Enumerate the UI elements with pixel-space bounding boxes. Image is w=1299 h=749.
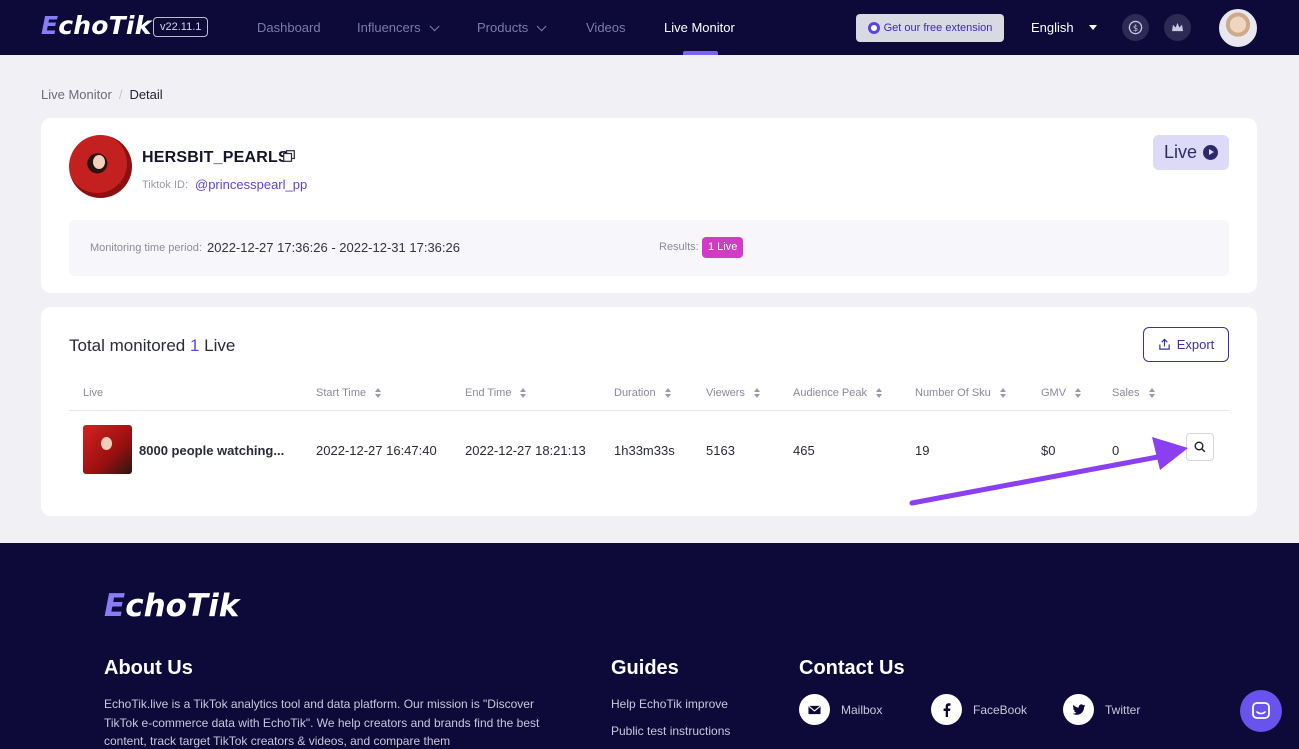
crown-icon[interactable] xyxy=(1164,14,1191,41)
breadcrumb: Live Monitor / Detail xyxy=(41,87,163,102)
breadcrumb-detail: Detail xyxy=(129,87,163,102)
cell-gmv: $0 xyxy=(1041,443,1056,458)
nav-dashboard[interactable]: Dashboard xyxy=(257,20,321,35)
view-detail-button[interactable] xyxy=(1186,433,1214,461)
sort-icon[interactable] xyxy=(1148,388,1155,398)
version-badge: v22.11.1 xyxy=(153,17,209,37)
search-icon xyxy=(1194,441,1206,453)
cell-sales: 0 xyxy=(1112,443,1120,458)
facebook-icon xyxy=(931,694,962,725)
breadcrumb-live-monitor[interactable]: Live Monitor xyxy=(41,87,112,102)
user-avatar[interactable] xyxy=(1219,9,1257,47)
twitter-icon xyxy=(1063,694,1094,725)
contact-title: Contact Us xyxy=(799,657,905,679)
get-extension-button[interactable]: Get our free extension xyxy=(856,14,1004,42)
sort-icon[interactable] xyxy=(375,388,382,398)
contact-facebook[interactable]: FaceBook xyxy=(931,694,1027,725)
cell-end-time: 2022-12-27 18:21:13 xyxy=(465,443,586,458)
guide-link-public-test[interactable]: Public test instructions xyxy=(611,724,730,738)
col-gmv[interactable]: GMV xyxy=(1041,387,1082,399)
about-title: About Us xyxy=(104,657,193,679)
chat-icon xyxy=(1252,702,1270,719)
sort-icon[interactable] xyxy=(753,388,760,398)
nav-videos[interactable]: Videos xyxy=(586,20,626,35)
cell-viewers: 5163 xyxy=(706,443,735,458)
contact-mailbox[interactable]: Mailbox xyxy=(799,694,882,725)
cell-start-time: 2022-12-27 16:47:40 xyxy=(316,443,437,458)
chrome-icon xyxy=(867,22,880,34)
echotik-logo[interactable]: EchoTik xyxy=(41,11,152,40)
monitoring-period-box: Monitoring time period: 2022-12-27 17:36… xyxy=(69,220,1229,276)
results-label: Results: xyxy=(659,241,699,253)
nav-influencers[interactable]: Influencers xyxy=(357,20,440,35)
total-suffix: Live xyxy=(204,336,236,355)
live-button[interactable]: Live xyxy=(1153,135,1229,170)
caret-down-icon[interactable] xyxy=(1089,25,1097,30)
nav-live-monitor[interactable]: Live Monitor xyxy=(664,20,735,35)
live-button-label: Live xyxy=(1163,142,1198,162)
breadcrumb-separator: / xyxy=(118,87,123,102)
tiktok-id-link[interactable]: @princesspearl_pp xyxy=(195,177,307,192)
about-text: EchoTik.live is a TikTok analytics tool … xyxy=(104,697,540,748)
sort-icon[interactable] xyxy=(999,388,1006,398)
export-icon xyxy=(1158,338,1170,350)
top-nav: EchoTik v22.11.1 Dashboard Influencers P… xyxy=(0,0,1299,55)
export-button[interactable]: Export xyxy=(1143,327,1229,362)
chat-button[interactable] xyxy=(1240,690,1282,732)
sort-icon[interactable] xyxy=(520,388,527,398)
mail-icon xyxy=(799,694,830,725)
col-end-time[interactable]: End Time xyxy=(465,387,527,399)
cell-audience-peak: 465 xyxy=(793,443,815,458)
copy-icon[interactable] xyxy=(283,150,295,162)
live-table-card: Total monitored 1 Live Export Live Start… xyxy=(41,307,1257,516)
sort-icon[interactable] xyxy=(664,388,671,398)
guide-link-improve[interactable]: Help EchoTik improve xyxy=(611,697,728,711)
cell-duration: 1h33m33s xyxy=(614,443,675,458)
chevron-down-icon xyxy=(536,21,547,32)
total-count: 1 xyxy=(189,336,200,355)
play-icon xyxy=(1203,145,1219,160)
footer: EchoTik About Us EchoTik.live is a TikTo… xyxy=(0,543,1299,749)
footer-logo[interactable]: EchoTik xyxy=(104,588,239,624)
guides-title: Guides xyxy=(611,657,679,679)
total-monitored: Total monitored 1 Live xyxy=(69,336,235,356)
sort-icon[interactable] xyxy=(876,388,882,398)
live-title[interactable]: 8000 people watching... xyxy=(139,443,284,458)
language-selector[interactable]: English xyxy=(1031,20,1074,35)
tiktok-id-label: Tiktok ID: xyxy=(142,179,189,191)
period-label: Monitoring time period: xyxy=(90,242,202,254)
col-audience-peak[interactable]: Audience Peak xyxy=(793,387,882,399)
nav-products[interactable]: Products xyxy=(477,20,547,35)
col-live: Live xyxy=(83,387,104,399)
active-tab-indicator xyxy=(683,51,718,55)
live-thumbnail[interactable] xyxy=(83,425,132,474)
cell-sku: 19 xyxy=(915,443,930,458)
profile-card: HERSBIT_PEARLS Tiktok ID: @princesspearl… xyxy=(41,118,1257,293)
col-number-of-sku[interactable]: Number Of Sku xyxy=(915,387,1006,399)
col-viewers[interactable]: Viewers xyxy=(706,387,760,399)
get-extension-label: Get our free extension xyxy=(883,22,993,34)
currency-icon[interactable]: $ xyxy=(1122,14,1149,41)
chevron-down-icon xyxy=(429,21,440,32)
contact-twitter[interactable]: Twitter xyxy=(1063,694,1140,725)
table-header-divider xyxy=(69,410,1229,411)
col-duration[interactable]: Duration xyxy=(614,387,671,399)
col-sales[interactable]: Sales xyxy=(1112,387,1155,399)
total-prefix: Total monitored xyxy=(69,336,186,355)
period-value: 2022-12-27 17:36:26 - 2022-12-31 17:36:2… xyxy=(207,240,460,255)
sort-icon[interactable] xyxy=(1075,388,1082,398)
col-start-time[interactable]: Start Time xyxy=(316,387,382,399)
profile-avatar xyxy=(69,135,132,198)
export-label: Export xyxy=(1176,337,1215,352)
svg-text:$: $ xyxy=(1133,23,1138,33)
profile-username: HERSBIT_PEARLS xyxy=(142,149,289,166)
results-badge: 1 Live xyxy=(702,237,744,258)
